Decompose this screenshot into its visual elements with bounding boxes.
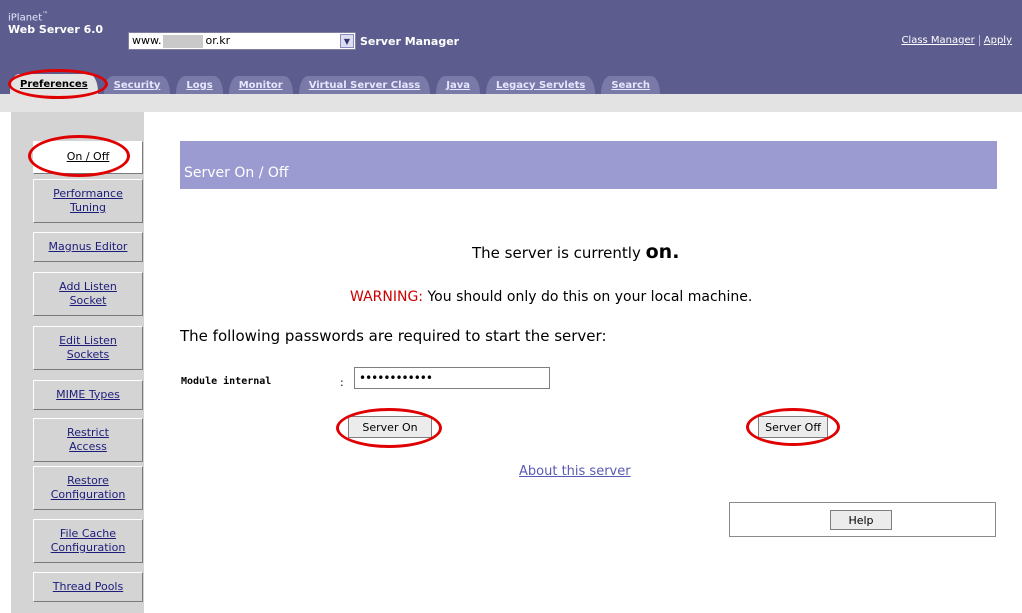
password-heading: The following passwords are required to … — [180, 327, 607, 345]
sidebar-item-edit-listen-sockets[interactable]: Edit Listen Sockets — [33, 326, 143, 370]
tab-logs[interactable]: Logs — [176, 76, 223, 94]
tab-java[interactable]: Java — [436, 76, 480, 94]
tab-preferences[interactable]: Preferences — [10, 74, 98, 94]
status-prefix: The server is currently — [472, 244, 641, 262]
sidebar-item-thread-pools[interactable]: Thread Pools — [33, 572, 143, 602]
server-prefix: www. — [132, 34, 162, 48]
help-button[interactable]: Help — [830, 510, 892, 530]
page-title: Server On / Off — [184, 165, 289, 181]
class-manager-link[interactable]: Class Manager — [897, 35, 978, 46]
about-server-link[interactable]: About this server — [519, 464, 631, 479]
brand-logo: iPlanet™ Web Server 6.0 — [8, 11, 104, 36]
server-on-button[interactable]: Server On — [348, 416, 432, 438]
server-suffix: or.kr — [205, 34, 231, 48]
brand-line1: iPlanet — [8, 12, 43, 24]
tab-monitor[interactable]: Monitor — [228, 76, 293, 94]
brand-trademark: ™ — [42, 11, 49, 18]
warning-message: WARNING: You should only do this on your… — [350, 289, 752, 305]
module-colon: : — [340, 376, 344, 389]
warning-label: WARNING: — [350, 289, 424, 305]
warning-text: You should only do this on your local ma… — [423, 289, 753, 305]
page-title-bar: Server On / Off — [180, 141, 997, 189]
password-field[interactable]: •••••••••••• — [354, 367, 550, 389]
tab-bar: Preferences Security Logs Monitor Virtua… — [10, 72, 666, 94]
sidebar-item-restrict-access[interactable]: Restrict Access — [33, 418, 143, 462]
redacted-mask — [163, 34, 204, 48]
top-links: Class Manager Apply — [897, 35, 1016, 46]
sidebar-item-restore-configuration[interactable]: Restore Configuration — [33, 466, 143, 510]
sidebar-item-mime-types[interactable]: MIME Types — [33, 380, 143, 410]
sidebar-item-performance-tuning[interactable]: Performance Tuning — [33, 179, 143, 223]
server-manager-label: Server Manager — [360, 35, 460, 48]
sidebar-item-add-listen-socket[interactable]: Add Listen Socket — [33, 272, 143, 316]
tab-legacy-servlets[interactable]: Legacy Servlets — [485, 76, 596, 94]
server-off-button[interactable]: Server Off — [758, 416, 828, 438]
sidebar-item-file-cache-configuration[interactable]: File Cache Configuration — [33, 519, 143, 563]
tab-virtual-server-class[interactable]: Virtual Server Class — [298, 76, 431, 94]
server-status: The server is currently on. — [472, 241, 679, 263]
sidebar-item-on-off[interactable]: On / Off — [33, 141, 143, 174]
tab-security[interactable]: Security — [103, 76, 171, 94]
chevron-down-icon[interactable]: ▼ — [340, 34, 354, 48]
tab-search[interactable]: Search — [601, 76, 661, 94]
sidebar-item-magnus-editor[interactable]: Magnus Editor — [33, 232, 143, 262]
tab-strip — [0, 94, 1022, 112]
apply-link[interactable]: Apply — [978, 35, 1016, 46]
status-value: on. — [645, 241, 680, 263]
server-select[interactable]: www. or.kr ▼ — [128, 32, 356, 50]
brand-line2: Web Server 6.0 — [8, 22, 104, 36]
module-label: Module internal — [181, 376, 272, 387]
